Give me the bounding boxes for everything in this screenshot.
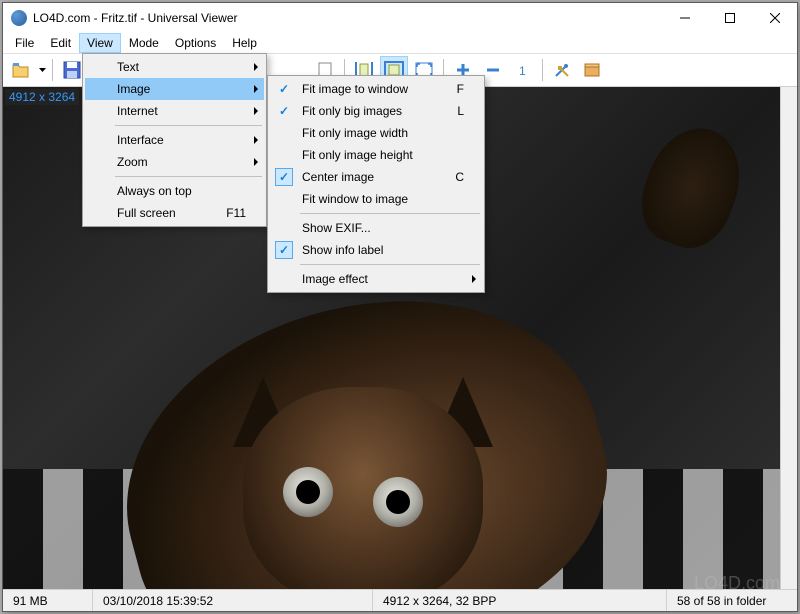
vertical-scrollbar[interactable] (780, 87, 797, 589)
status-dimensions: 4912 x 3264, 32 BPP (373, 590, 667, 611)
menu-item-internet[interactable]: Internet (85, 100, 264, 122)
menu-item-interface[interactable]: Interface (85, 129, 264, 151)
submenu-fit-width[interactable]: Fit only image width (270, 122, 482, 144)
submenu-arrow-icon (472, 275, 476, 283)
submenu-show-exif[interactable]: Show EXIF... (270, 217, 482, 239)
view-menu-dropdown: Text Image Internet Interface Zoom Alway… (82, 53, 267, 227)
status-counter: 58 of 58 in folder (667, 590, 797, 611)
submenu-arrow-icon (254, 158, 258, 166)
open-button[interactable] (7, 56, 35, 84)
menu-file[interactable]: File (7, 33, 42, 53)
menu-item-image[interactable]: Image (85, 78, 264, 100)
settings-button[interactable] (548, 56, 576, 84)
window-controls (662, 3, 797, 33)
check-icon: ✓ (279, 82, 289, 96)
submenu-arrow-icon (254, 85, 258, 93)
svg-text:1: 1 (519, 64, 526, 78)
image-submenu-dropdown: ✓Fit image to windowF ✓Fit only big imag… (267, 75, 485, 293)
submenu-fit-big[interactable]: ✓Fit only big imagesL (270, 100, 482, 122)
status-filesize: 91 MB (3, 590, 93, 611)
submenu-fit-window[interactable]: ✓Fit image to windowF (270, 78, 482, 100)
submenu-arrow-icon (254, 107, 258, 115)
image-info-label: 4912 x 3264 (5, 89, 79, 105)
submenu-arrow-icon (254, 136, 258, 144)
menubar: File Edit View Mode Options Help (3, 33, 797, 53)
submenu-show-info[interactable]: ✓Show info label (270, 239, 482, 261)
menu-separator (300, 213, 480, 214)
status-datetime: 03/10/2018 15:39:52 (93, 590, 373, 611)
zoom-actual-button[interactable]: 1 (509, 56, 537, 84)
close-button[interactable] (752, 3, 797, 33)
menu-item-fullscreen[interactable]: Full screenF11 (85, 202, 264, 224)
menu-help[interactable]: Help (224, 33, 265, 53)
submenu-fit-height[interactable]: Fit only image height (270, 144, 482, 166)
submenu-arrow-icon (254, 63, 258, 71)
menu-separator (115, 125, 262, 126)
submenu-fit-win-img[interactable]: Fit window to image (270, 188, 482, 210)
menu-separator (300, 264, 480, 265)
menu-item-zoom[interactable]: Zoom (85, 151, 264, 173)
checked-box-icon: ✓ (275, 241, 293, 259)
titlebar[interactable]: LO4D.com - Fritz.tif - Universal Viewer (3, 3, 797, 33)
toolbar-separator (542, 59, 543, 81)
menu-options[interactable]: Options (167, 33, 224, 53)
minimize-button[interactable] (662, 3, 707, 33)
check-icon: ✓ (279, 104, 289, 118)
menu-mode[interactable]: Mode (121, 33, 167, 53)
menu-view[interactable]: View (79, 33, 121, 53)
window-title: LO4D.com - Fritz.tif - Universal Viewer (33, 11, 662, 25)
submenu-image-effect[interactable]: Image effect (270, 268, 482, 290)
statusbar: 91 MB 03/10/2018 15:39:52 4912 x 3264, 3… (3, 589, 797, 611)
package-button[interactable] (578, 56, 606, 84)
menu-edit[interactable]: Edit (42, 33, 79, 53)
checked-box-icon: ✓ (275, 168, 293, 186)
submenu-center[interactable]: ✓Center imageC (270, 166, 482, 188)
maximize-button[interactable] (707, 3, 752, 33)
menu-item-text[interactable]: Text (85, 56, 264, 78)
app-icon (11, 10, 27, 26)
menu-item-always-on-top[interactable]: Always on top (85, 180, 264, 202)
open-dropdown[interactable] (37, 68, 47, 72)
menu-separator (115, 176, 262, 177)
toolbar-separator (52, 59, 53, 81)
